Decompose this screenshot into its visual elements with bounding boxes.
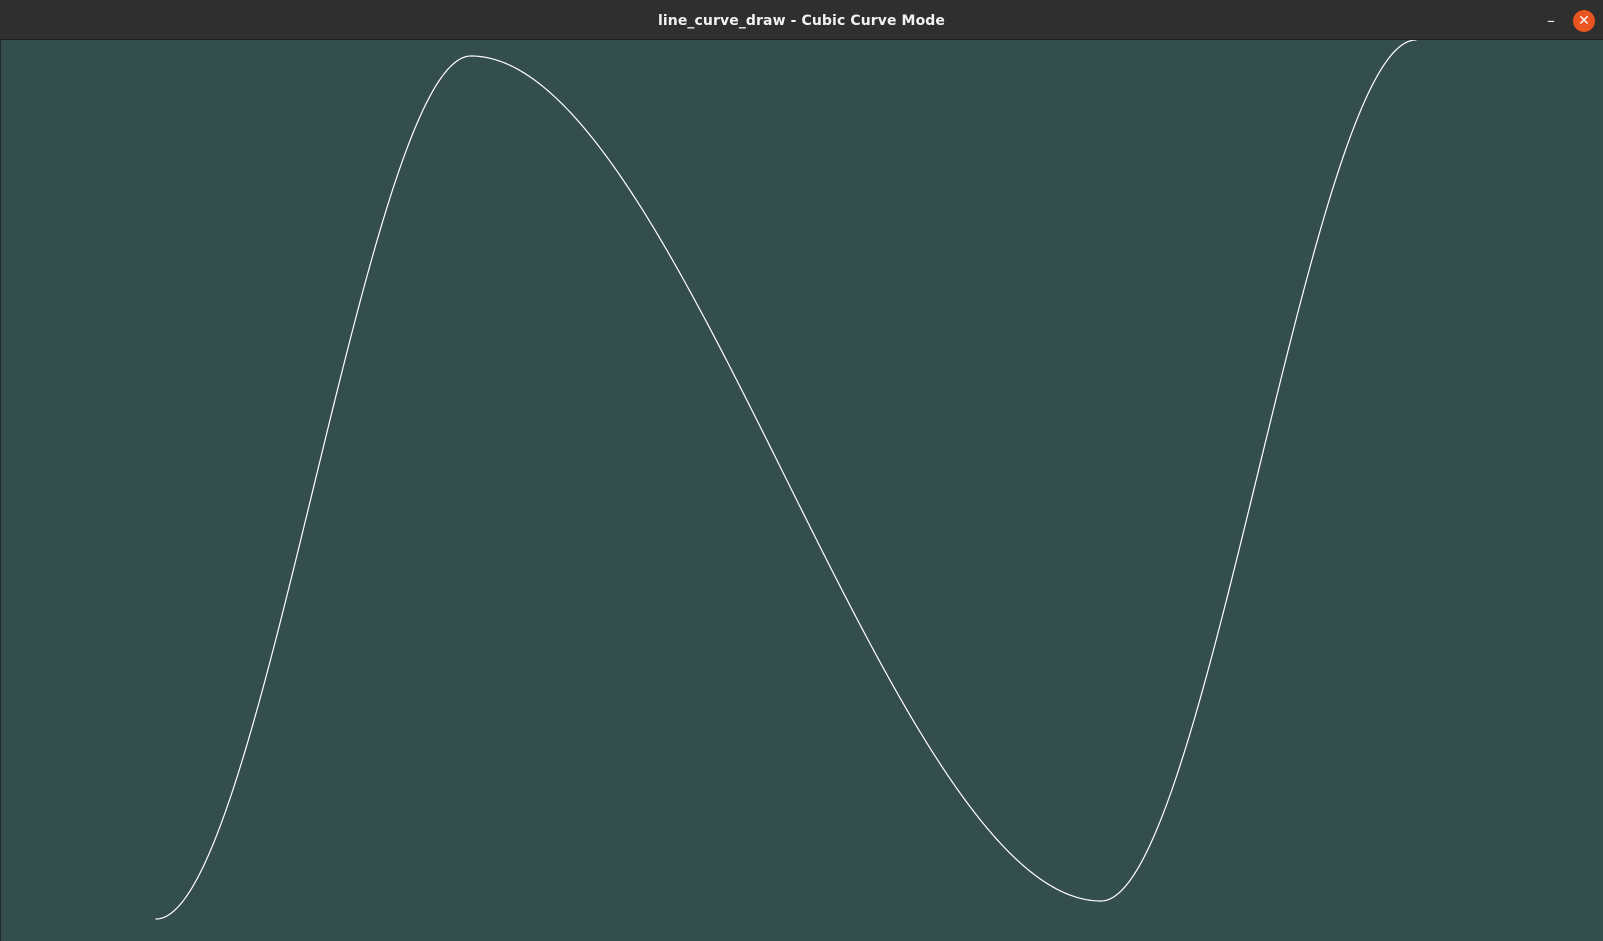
curve-svg	[1, 40, 1603, 941]
titlebar[interactable]: line_curve_draw - Cubic Curve Mode – ✕	[0, 0, 1603, 40]
canvas-background	[1, 40, 1603, 941]
window-title: line_curve_draw - Cubic Curve Mode	[657, 13, 946, 29]
app-window: line_curve_draw - Cubic Curve Mode – ✕	[0, 0, 1603, 941]
close-icon: ✕	[1578, 13, 1590, 29]
minimize-button[interactable]: –	[1540, 10, 1562, 32]
close-button[interactable]: ✕	[1573, 10, 1595, 32]
drawing-canvas[interactable]	[0, 40, 1603, 941]
minimize-icon: –	[1547, 11, 1555, 30]
